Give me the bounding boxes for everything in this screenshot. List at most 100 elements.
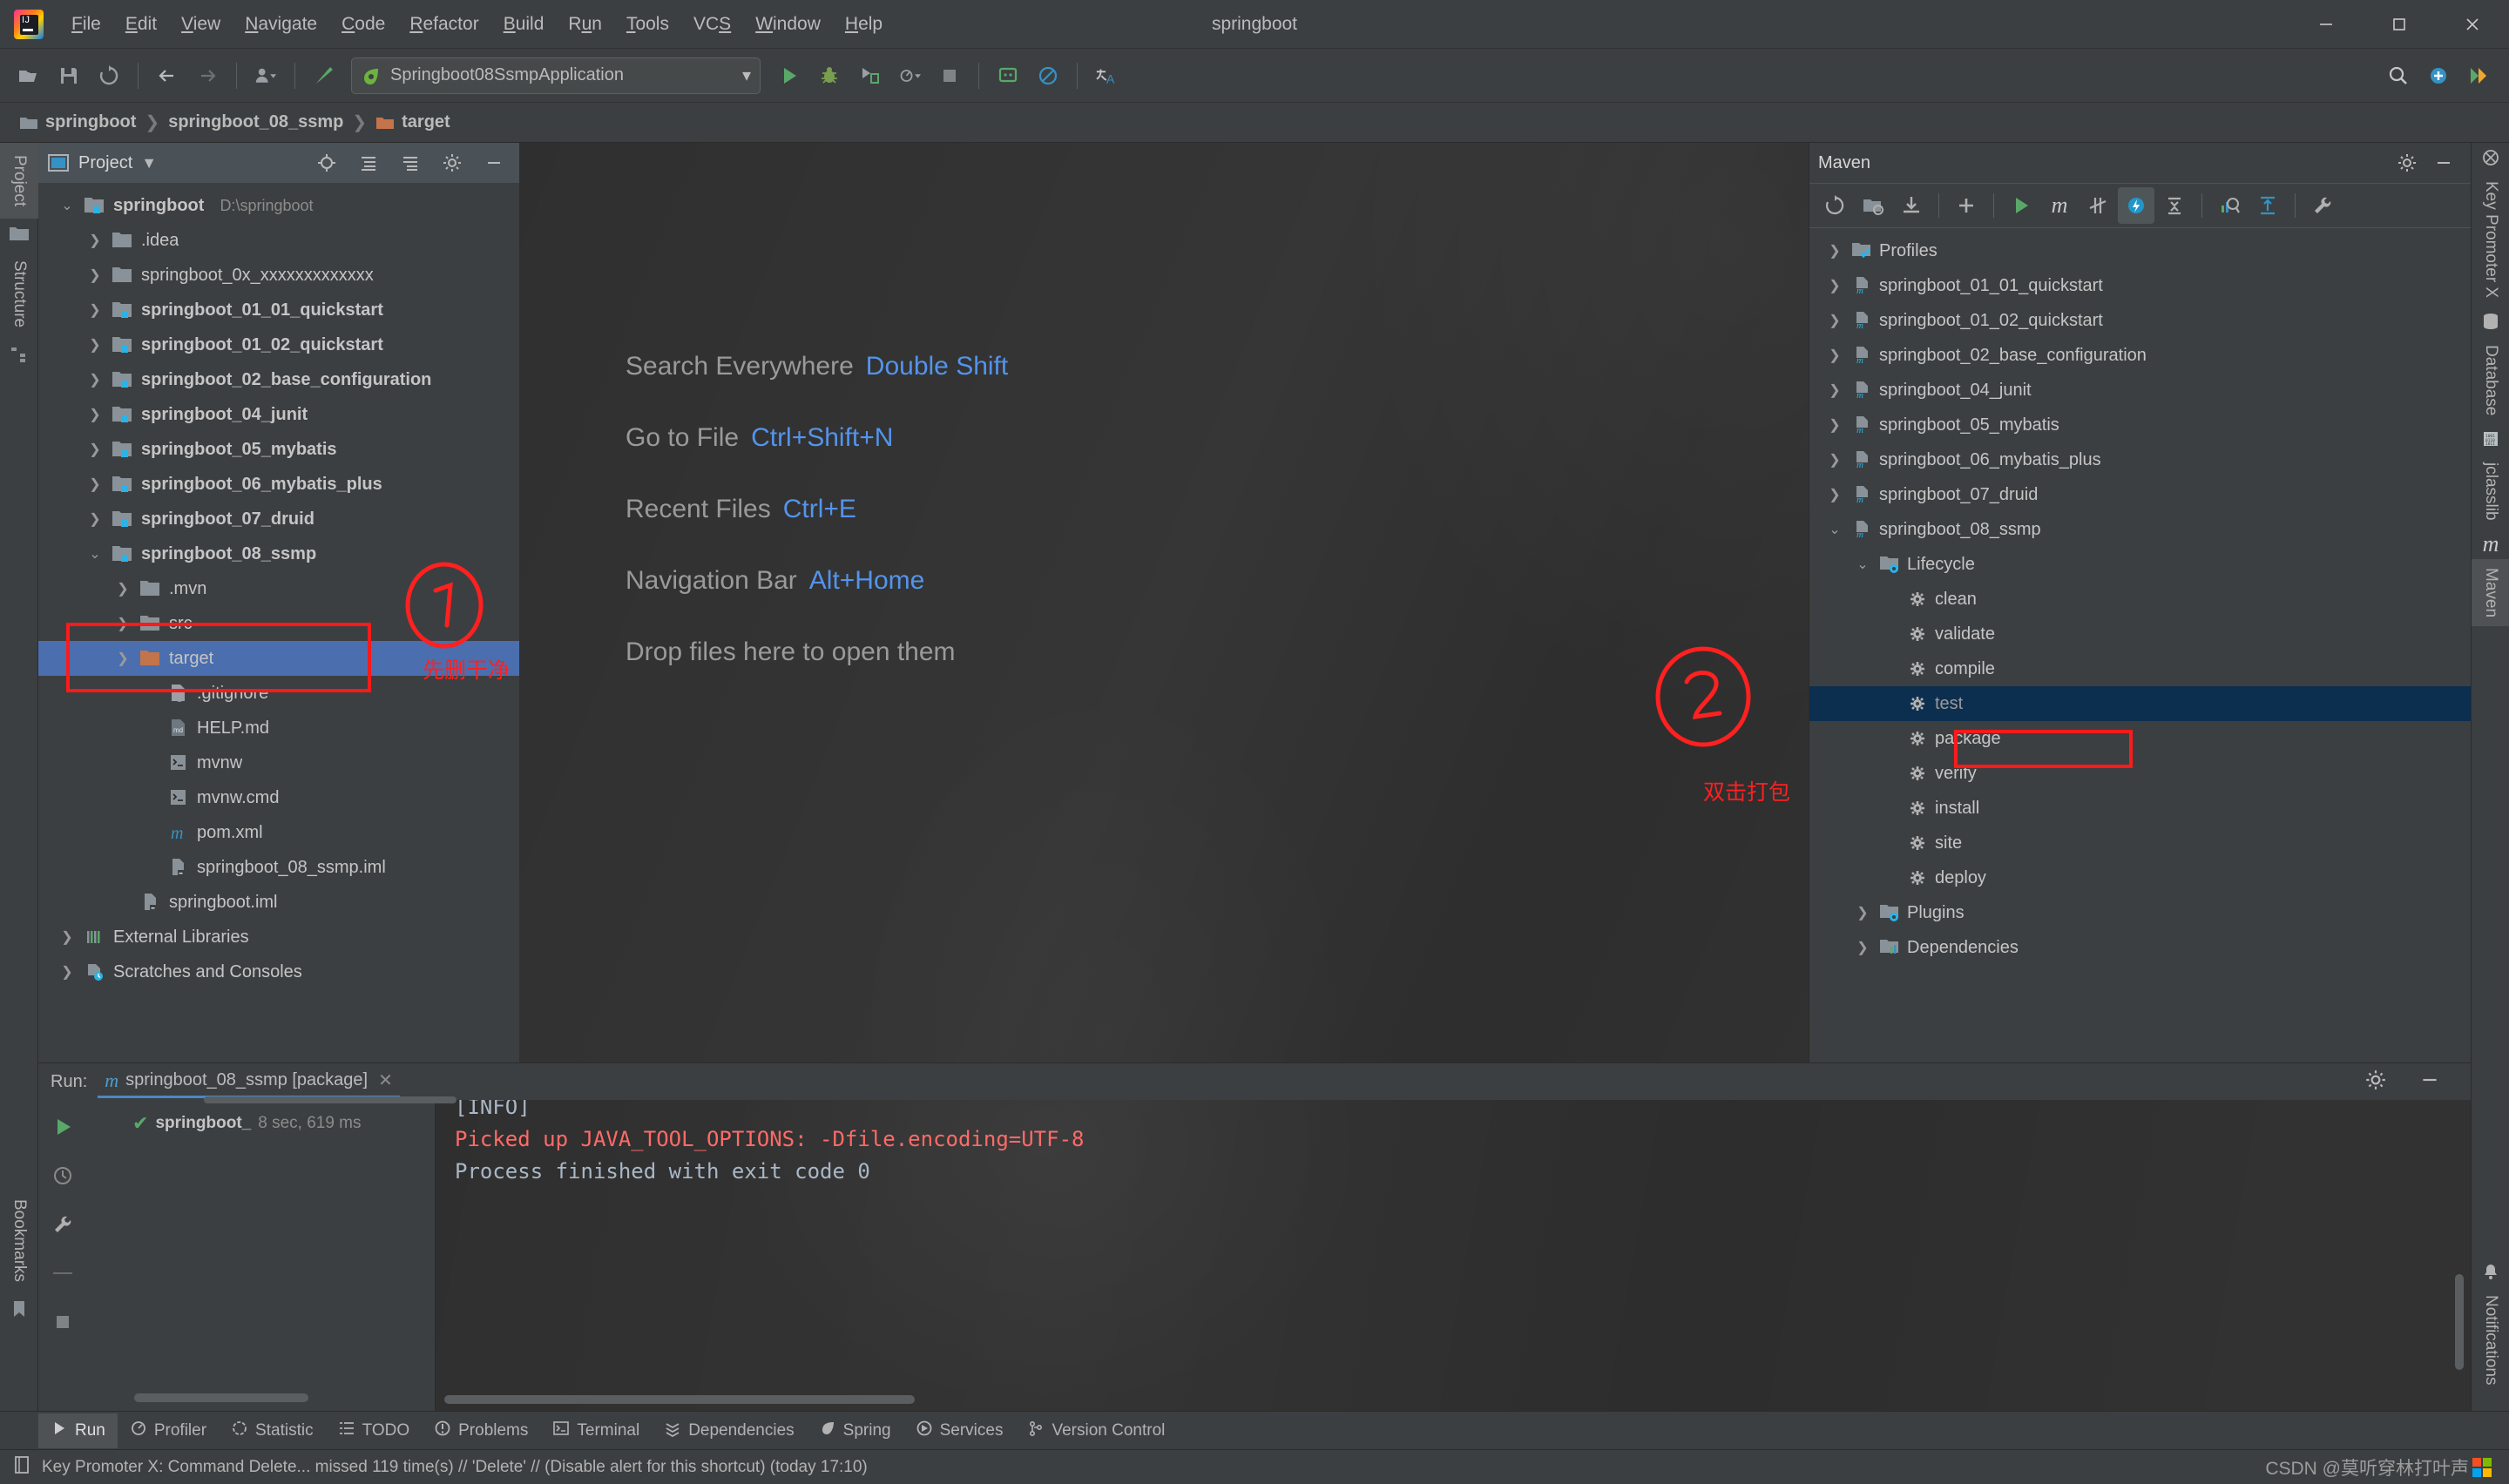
- tree-expand-arrow[interactable]: ❯: [85, 371, 105, 388]
- menu-item-file[interactable]: File: [59, 9, 113, 40]
- open-project-icon[interactable]: [9, 56, 49, 96]
- tree-expand-arrow[interactable]: ❯: [113, 650, 132, 667]
- bottom-tab-statistic[interactable]: Statistic: [219, 1413, 326, 1448]
- add-maven-project-icon[interactable]: [1855, 187, 1891, 224]
- execute-maven-goal-icon[interactable]: m: [2041, 187, 2078, 224]
- project-tree-row[interactable]: mvnw: [38, 745, 519, 780]
- bottom-tab-profiler[interactable]: Profiler: [118, 1413, 219, 1448]
- project-tree-row[interactable]: ❯ springboot_01_01_quickstart: [38, 293, 519, 327]
- maven-tree-row[interactable]: verify: [1809, 756, 2471, 791]
- settings-gear-icon[interactable]: [2389, 145, 2425, 181]
- bottom-tab-dependencies[interactable]: Dependencies: [652, 1413, 806, 1448]
- hide-icon[interactable]: [2425, 145, 2462, 181]
- project-tree-row[interactable]: ❯ springboot_04_junit: [38, 397, 519, 432]
- menu-item-help[interactable]: Help: [833, 9, 895, 40]
- maven-tree-row[interactable]: ❯ Plugins: [1809, 895, 2471, 930]
- sidebar-item-notifications[interactable]: Notifications: [2472, 1286, 2509, 1394]
- tree-expand-arrow[interactable]: ❯: [85, 301, 105, 319]
- project-tree-row[interactable]: ❯ springboot_02_base_configuration: [38, 362, 519, 397]
- maven-tree-row[interactable]: test: [1809, 686, 2471, 721]
- sidebar-item-database[interactable]: Database: [2472, 336, 2509, 424]
- profile-icon[interactable]: [889, 56, 930, 96]
- tree-expand-arrow[interactable]: ❯: [1825, 277, 1844, 294]
- settings-gear-icon[interactable]: [2364, 1069, 2387, 1096]
- settings-gear-icon[interactable]: [436, 146, 469, 179]
- project-tree-row[interactable]: ❯ External Libraries: [38, 920, 519, 954]
- menu-item-window[interactable]: Window: [743, 9, 833, 40]
- translate-icon[interactable]: A: [1086, 56, 1126, 96]
- maven-tree-row[interactable]: ❯ m springboot_05_mybatis: [1809, 408, 2471, 442]
- menu-item-tools[interactable]: Tools: [614, 9, 681, 40]
- add-icon[interactable]: [1948, 187, 1985, 224]
- run-configuration-selector[interactable]: Springboot08SsmpApplication ▾: [351, 57, 761, 94]
- maven-tree-row[interactable]: ❯ m springboot_01_02_quickstart: [1809, 303, 2471, 338]
- console-horizontal-scrollbar[interactable]: [444, 1395, 915, 1404]
- maven-tree-row[interactable]: ⌄ m springboot_08_ssmp: [1809, 512, 2471, 547]
- tree-expand-arrow[interactable]: ❯: [85, 266, 105, 284]
- menu-item-refactor[interactable]: Refactor: [397, 9, 490, 40]
- run-test-tree[interactable]: ✔ springboot_ 8 sec, 619 ms: [87, 1100, 436, 1411]
- tree-expand-arrow[interactable]: ❯: [1825, 242, 1844, 260]
- tree-expand-arrow[interactable]: ❯: [85, 232, 105, 249]
- project-file-tree[interactable]: ⌄ springboot D:\springboot ❯ .idea ❯ springboo…: [38, 183, 519, 1136]
- project-tree-row[interactable]: ⌄ springboot D:\springboot: [38, 188, 519, 223]
- tree-expand-arrow[interactable]: ❯: [85, 441, 105, 458]
- bottom-tab-terminal[interactable]: Terminal: [540, 1413, 652, 1448]
- bottom-tab-version-control[interactable]: Version Control: [1015, 1413, 1177, 1448]
- maven-tree-row[interactable]: ❯ m springboot_01_01_quickstart: [1809, 268, 2471, 303]
- breadcrumb-item-module[interactable]: springboot_08_ssmp: [168, 112, 343, 132]
- project-tree-row[interactable]: ❯ Scratches and Consoles: [38, 954, 519, 989]
- project-tree-row[interactable]: ❯ .idea: [38, 223, 519, 258]
- bottom-tab-run[interactable]: Run: [38, 1413, 118, 1448]
- project-tree-row[interactable]: springboot_08_ssmp.iml: [38, 850, 519, 885]
- stop-icon[interactable]: [48, 1307, 78, 1337]
- maven-tree-row[interactable]: ❯ Profiles: [1809, 233, 2471, 268]
- menu-item-build[interactable]: Build: [491, 9, 557, 40]
- save-all-icon[interactable]: [49, 56, 89, 96]
- menu-item-view[interactable]: View: [169, 9, 233, 40]
- tree-expand-arrow[interactable]: ❯: [113, 615, 132, 632]
- tree-expand-arrow[interactable]: ❯: [1825, 381, 1844, 399]
- menu-item-code[interactable]: Code: [329, 9, 397, 40]
- project-tree-row[interactable]: springboot.iml: [38, 885, 519, 920]
- sidebar-item-bookmarks[interactable]: Bookmarks: [0, 1187, 38, 1294]
- debug-icon[interactable]: [809, 56, 849, 96]
- project-tree-row[interactable]: ❯ springboot_05_mybatis: [38, 432, 519, 467]
- user-icon[interactable]: [246, 56, 286, 96]
- build-hammer-icon[interactable]: [304, 56, 344, 96]
- tree-expand-arrow[interactable]: ⌄: [57, 197, 77, 214]
- tree-expand-arrow[interactable]: ❯: [113, 580, 132, 597]
- project-tree-row[interactable]: ❯ springboot_01_02_quickstart: [38, 327, 519, 362]
- menu-item-run[interactable]: Run: [556, 9, 614, 40]
- maven-tree-row[interactable]: compile: [1809, 651, 2471, 686]
- run-tree-horizontal-scrollbar[interactable]: [134, 1393, 308, 1402]
- project-tree-row[interactable]: ⌄ springboot_08_ssmp: [38, 536, 519, 571]
- maven-tree-row[interactable]: ❯ m springboot_04_junit: [1809, 373, 2471, 408]
- breadcrumb-item-target[interactable]: target: [375, 112, 450, 132]
- maven-tree-row[interactable]: ❯ Dependencies: [1809, 930, 2471, 965]
- maven-tree-row[interactable]: site: [1809, 826, 2471, 860]
- tree-expand-arrow[interactable]: ⌄: [1853, 556, 1872, 573]
- expand-all-icon[interactable]: [394, 146, 427, 179]
- tree-expand-arrow[interactable]: ❯: [1853, 939, 1872, 956]
- toggle-offline-mode-icon[interactable]: [2118, 187, 2154, 224]
- bottom-tab-problems[interactable]: Problems: [422, 1413, 540, 1448]
- maximize-button[interactable]: [2363, 0, 2436, 49]
- tree-expand-arrow[interactable]: ❯: [1825, 416, 1844, 434]
- breadcrumb-item-project[interactable]: springboot: [19, 112, 136, 132]
- maven-tree-row[interactable]: install: [1809, 791, 2471, 826]
- maven-tree-row[interactable]: deploy: [1809, 860, 2471, 895]
- run-icon[interactable]: [769, 56, 809, 96]
- run-tab-scrollbar[interactable]: [204, 1096, 456, 1103]
- project-tree-row[interactable]: ❯ src: [38, 606, 519, 641]
- sidebar-item-key-promoter-x[interactable]: Key Promoter X: [2472, 172, 2509, 307]
- tree-expand-arrow[interactable]: ❯: [85, 406, 105, 423]
- sidebar-item-maven[interactable]: Maven: [2472, 558, 2509, 627]
- menu-item-navigate[interactable]: Navigate: [233, 9, 329, 40]
- download-sources-icon[interactable]: [1893, 187, 1930, 224]
- project-tree-row[interactable]: ❯ target: [38, 641, 519, 676]
- sidebar-item-jclasslib[interactable]: jclasslib: [2472, 454, 2509, 530]
- tree-expand-arrow[interactable]: ⌄: [1825, 521, 1844, 538]
- console-vertical-scrollbar[interactable]: [2455, 1274, 2464, 1370]
- run-tree-row[interactable]: ✔ springboot_ 8 sec, 619 ms: [87, 1109, 435, 1138]
